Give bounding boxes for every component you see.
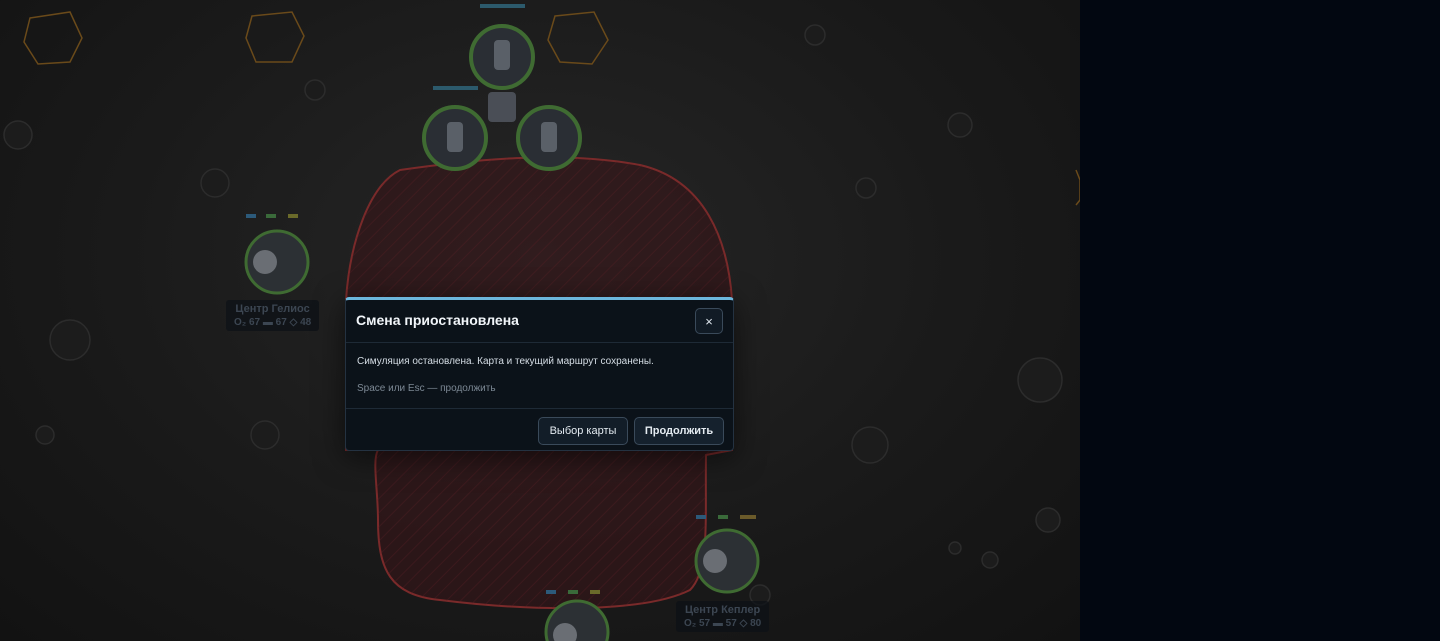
continue-button[interactable]: Продолжить [634, 417, 724, 445]
energy-value: ▬ 57 [712, 618, 737, 629]
station-resources: O₂ 67 ▬ 67 ◇ 48 [234, 317, 311, 328]
dialog-footer-divider [346, 408, 733, 409]
oxygen-value: O₂ 67 [234, 317, 261, 328]
dialog-title: Смена приостановлена [356, 312, 519, 328]
supply-value: ◇ 80 [739, 618, 762, 629]
energy-value: ▬ 67 [262, 317, 287, 328]
station-name: Центр Кеплер [684, 604, 761, 616]
dialog-header: Смена приостановлена × [346, 300, 733, 343]
station-resources: O₂ 57 ▬ 57 ◇ 80 [684, 618, 761, 629]
side-panel [1080, 0, 1440, 641]
oxygen-value: O₂ 57 [684, 618, 711, 629]
station-label-helios: Центр Гелиос O₂ 67 ▬ 67 ◇ 48 [226, 300, 320, 331]
supply-value: ◇ 48 [289, 317, 312, 328]
station-label-kepler: Центр Кеплер O₂ 57 ▬ 57 ◇ 80 [676, 601, 770, 632]
dialog-hint: Space или Esc — продолжить [357, 383, 496, 394]
map-select-button[interactable]: Выбор карты [538, 417, 628, 445]
station-name: Центр Гелиос [235, 303, 310, 315]
pause-dialog: Смена приостановлена × Симуляция останов… [345, 297, 734, 451]
close-button[interactable]: × [695, 308, 723, 334]
dialog-message: Симуляция остановлена. Карта и текущий м… [357, 356, 654, 367]
